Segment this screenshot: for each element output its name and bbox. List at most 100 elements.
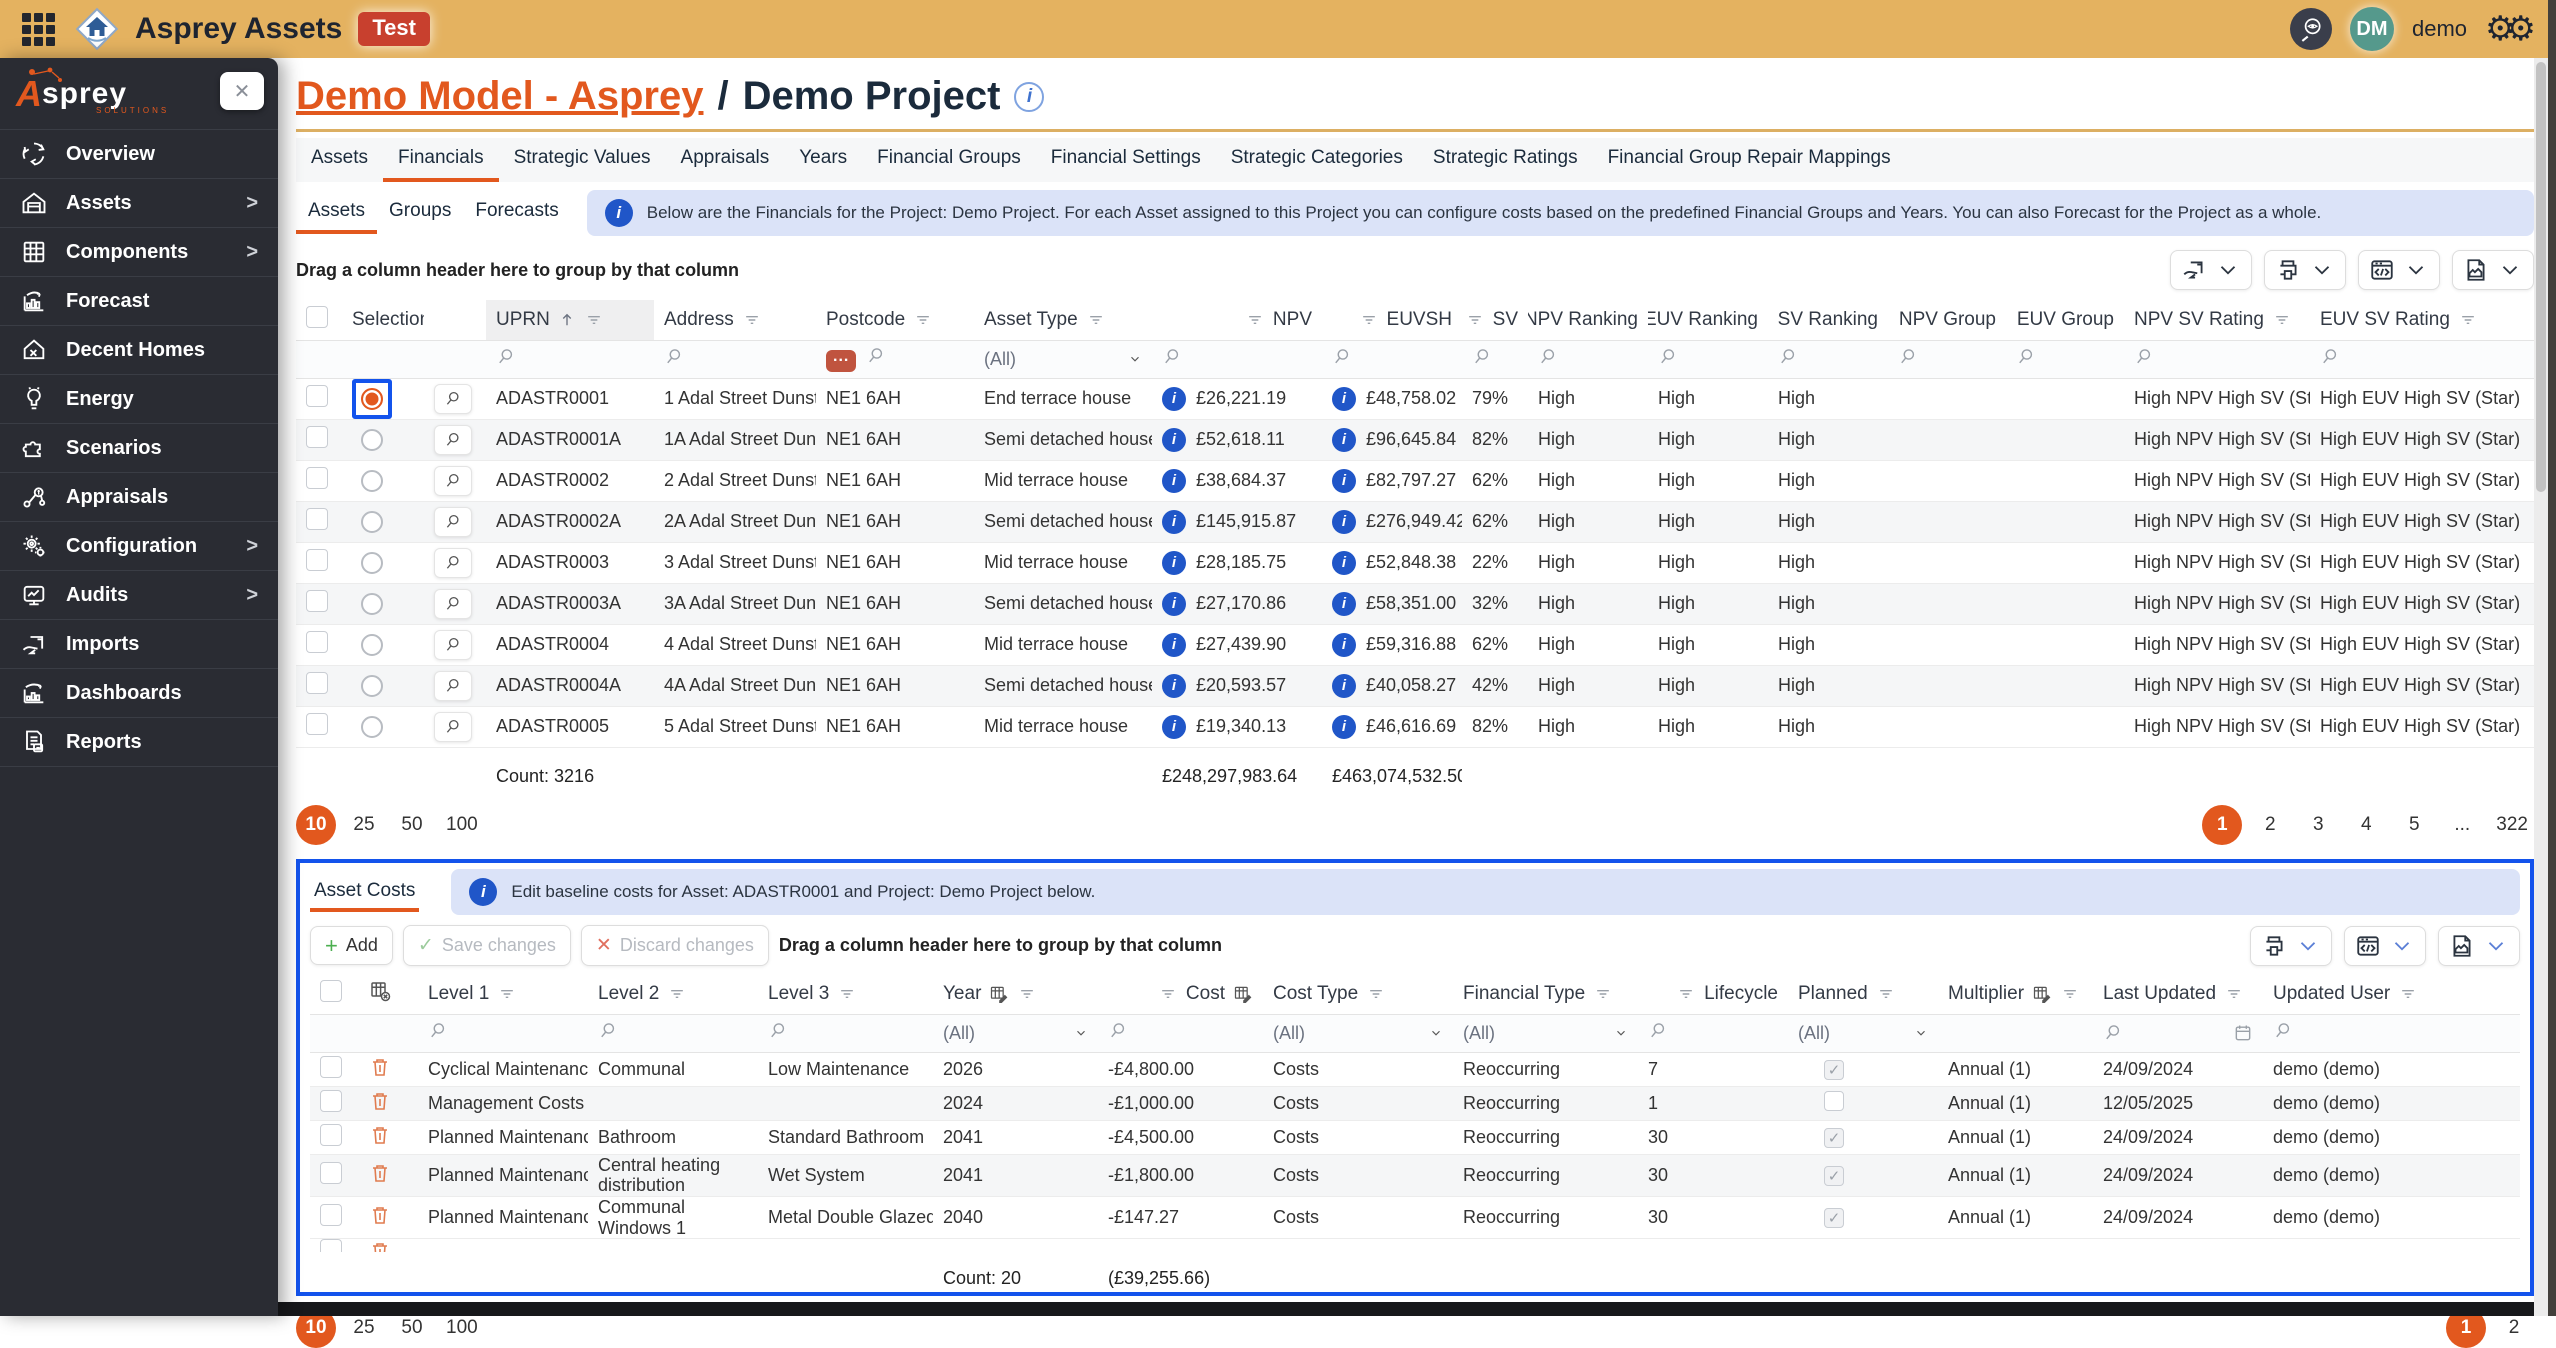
col-asset-type[interactable]: Asset Type [974, 300, 1152, 340]
info-icon[interactable]: i [1332, 428, 1356, 452]
row-checkbox[interactable] [306, 631, 328, 653]
tab[interactable]: Financial Group Repair Mappings [1593, 138, 1906, 182]
header-filter-icon[interactable] [2060, 984, 2080, 1004]
user-avatar[interactable]: DM [2350, 7, 2394, 51]
sidebar-item-reports[interactable]: Reports [0, 718, 278, 767]
trash-icon[interactable] [368, 1239, 392, 1252]
col-npv-group[interactable]: NPV Group [1888, 300, 2006, 340]
row-checkbox[interactable] [320, 1204, 342, 1226]
row-checkbox[interactable] [306, 467, 328, 489]
print-button[interactable] [2264, 250, 2346, 290]
col-npv[interactable]: NPV [1152, 300, 1322, 340]
info-icon[interactable]: i [1332, 469, 1356, 493]
planned-checkbox[interactable]: ✓ [1824, 1208, 1844, 1228]
col-sv[interactable]: SV [1462, 300, 1528, 340]
selection-radio[interactable] [361, 634, 383, 656]
trash-icon[interactable] [368, 1055, 392, 1079]
magnifier-button[interactable] [434, 671, 472, 701]
row-selection-cell[interactable] [342, 706, 424, 747]
row-check-cell[interactable] [296, 378, 342, 419]
project-info-icon[interactable]: i [1014, 82, 1044, 112]
row-check-cell[interactable] [310, 1086, 358, 1120]
row-check-cell[interactable] [296, 460, 342, 501]
row-delete-cell[interactable] [358, 1052, 418, 1086]
info-icon[interactable]: i [1162, 387, 1186, 411]
row-delete-cell[interactable] [358, 1196, 418, 1238]
col-selection[interactable]: Selection [342, 300, 424, 340]
header-filter-icon[interactable] [837, 984, 857, 1004]
sidebar-item-decent-homes[interactable]: Decent Homes [0, 326, 278, 375]
import-button[interactable] [2170, 250, 2252, 290]
cell-planned[interactable]: ✓ [1788, 1120, 1938, 1154]
row-zoom-cell[interactable] [424, 419, 486, 460]
selection-radio[interactable] [361, 593, 383, 615]
export-image-button[interactable] [2452, 250, 2534, 290]
planned-checkbox[interactable]: ✓ [1824, 1060, 1844, 1080]
header-filter-icon[interactable] [2458, 310, 2478, 330]
col-level2[interactable]: Level 2 [588, 974, 758, 1014]
info-icon[interactable]: i [1162, 674, 1186, 698]
page-size-option[interactable]: 25 [344, 805, 384, 845]
selection-radio[interactable] [361, 511, 383, 533]
info-icon[interactable]: i [1162, 592, 1186, 616]
tab-asset-costs[interactable]: Asset Costs [310, 872, 419, 912]
row-selection-cell[interactable] [342, 460, 424, 501]
page-number[interactable]: ... [2442, 805, 2482, 845]
row-checkbox[interactable] [320, 1162, 342, 1184]
info-icon[interactable]: i [1332, 592, 1356, 616]
info-icon[interactable]: i [1332, 633, 1356, 657]
row-zoom-cell[interactable] [424, 706, 486, 747]
row-delete-cell[interactable] [358, 1154, 418, 1196]
row-checkbox[interactable] [306, 590, 328, 612]
selection-radio[interactable] [361, 552, 383, 574]
cell-planned[interactable]: ✓ [1788, 1052, 1938, 1086]
row-check-cell[interactable] [310, 1196, 358, 1238]
row-checkbox[interactable] [306, 672, 328, 694]
export-markup-button[interactable] [2344, 926, 2426, 966]
sidebar-item-overview[interactable]: Overview [0, 130, 278, 179]
page-size-option[interactable]: 100 [440, 805, 484, 845]
header-filter-icon[interactable] [1465, 310, 1485, 330]
col-sv-ranking[interactable]: SV Ranking [1768, 300, 1888, 340]
filter-euv-sv-rating[interactable] [2310, 340, 2534, 378]
col-euv-sv-rating[interactable]: EUV SV Rating [2310, 300, 2534, 340]
tab[interactable]: Years [784, 138, 862, 182]
scrollbar-thumb[interactable] [2536, 62, 2546, 492]
magnifier-button[interactable] [434, 384, 472, 414]
filter-euv-group[interactable] [2006, 340, 2124, 378]
col-address[interactable]: Address [654, 300, 816, 340]
row-selection-cell[interactable] [342, 378, 424, 419]
info-icon[interactable]: i [1332, 551, 1356, 575]
export-image-button[interactable] [2438, 926, 2520, 966]
header-filter-icon[interactable] [1245, 310, 1265, 330]
row-check-cell[interactable] [310, 1052, 358, 1086]
filter-lifecycle[interactable] [1638, 1014, 1788, 1052]
col-euv-group[interactable]: EUV Group [2006, 300, 2124, 340]
export-markup-button[interactable] [2358, 250, 2440, 290]
row-checkbox[interactable] [306, 385, 328, 407]
col-cost-type[interactable]: Cost Type [1263, 974, 1453, 1014]
app-launcher-icon[interactable] [22, 13, 55, 46]
row-checkbox[interactable] [306, 508, 328, 530]
header-filter-icon[interactable] [1359, 310, 1379, 330]
col-npv-sv-rating[interactable]: NPV SV Rating [2124, 300, 2310, 340]
header-filter-icon[interactable] [1017, 984, 1037, 1004]
filter-cost-type[interactable]: (All) [1263, 1014, 1453, 1052]
filter-level2[interactable] [588, 1014, 758, 1052]
row-zoom-cell[interactable] [424, 624, 486, 665]
page-number[interactable]: 1 [2202, 805, 2242, 845]
col-uprn[interactable]: UPRN [486, 300, 654, 340]
filter-address[interactable] [654, 340, 816, 378]
tab[interactable]: Strategic Categories [1216, 138, 1418, 182]
selection-radio[interactable] [361, 716, 383, 738]
filter-multiplier[interactable] [1938, 1014, 2093, 1052]
tab[interactable]: Financial Settings [1036, 138, 1216, 182]
breadcrumb-model-link[interactable]: Demo Model - Asprey [296, 74, 703, 119]
row-check-cell[interactable] [296, 542, 342, 583]
sidebar-item-imports[interactable]: Imports [0, 620, 278, 669]
header-filter-icon[interactable] [1593, 984, 1613, 1004]
row-selection-cell[interactable] [342, 501, 424, 542]
filter-financial-type[interactable]: (All) [1453, 1014, 1638, 1052]
header-filter-icon[interactable] [1876, 984, 1896, 1004]
header-filter-icon[interactable] [667, 984, 687, 1004]
